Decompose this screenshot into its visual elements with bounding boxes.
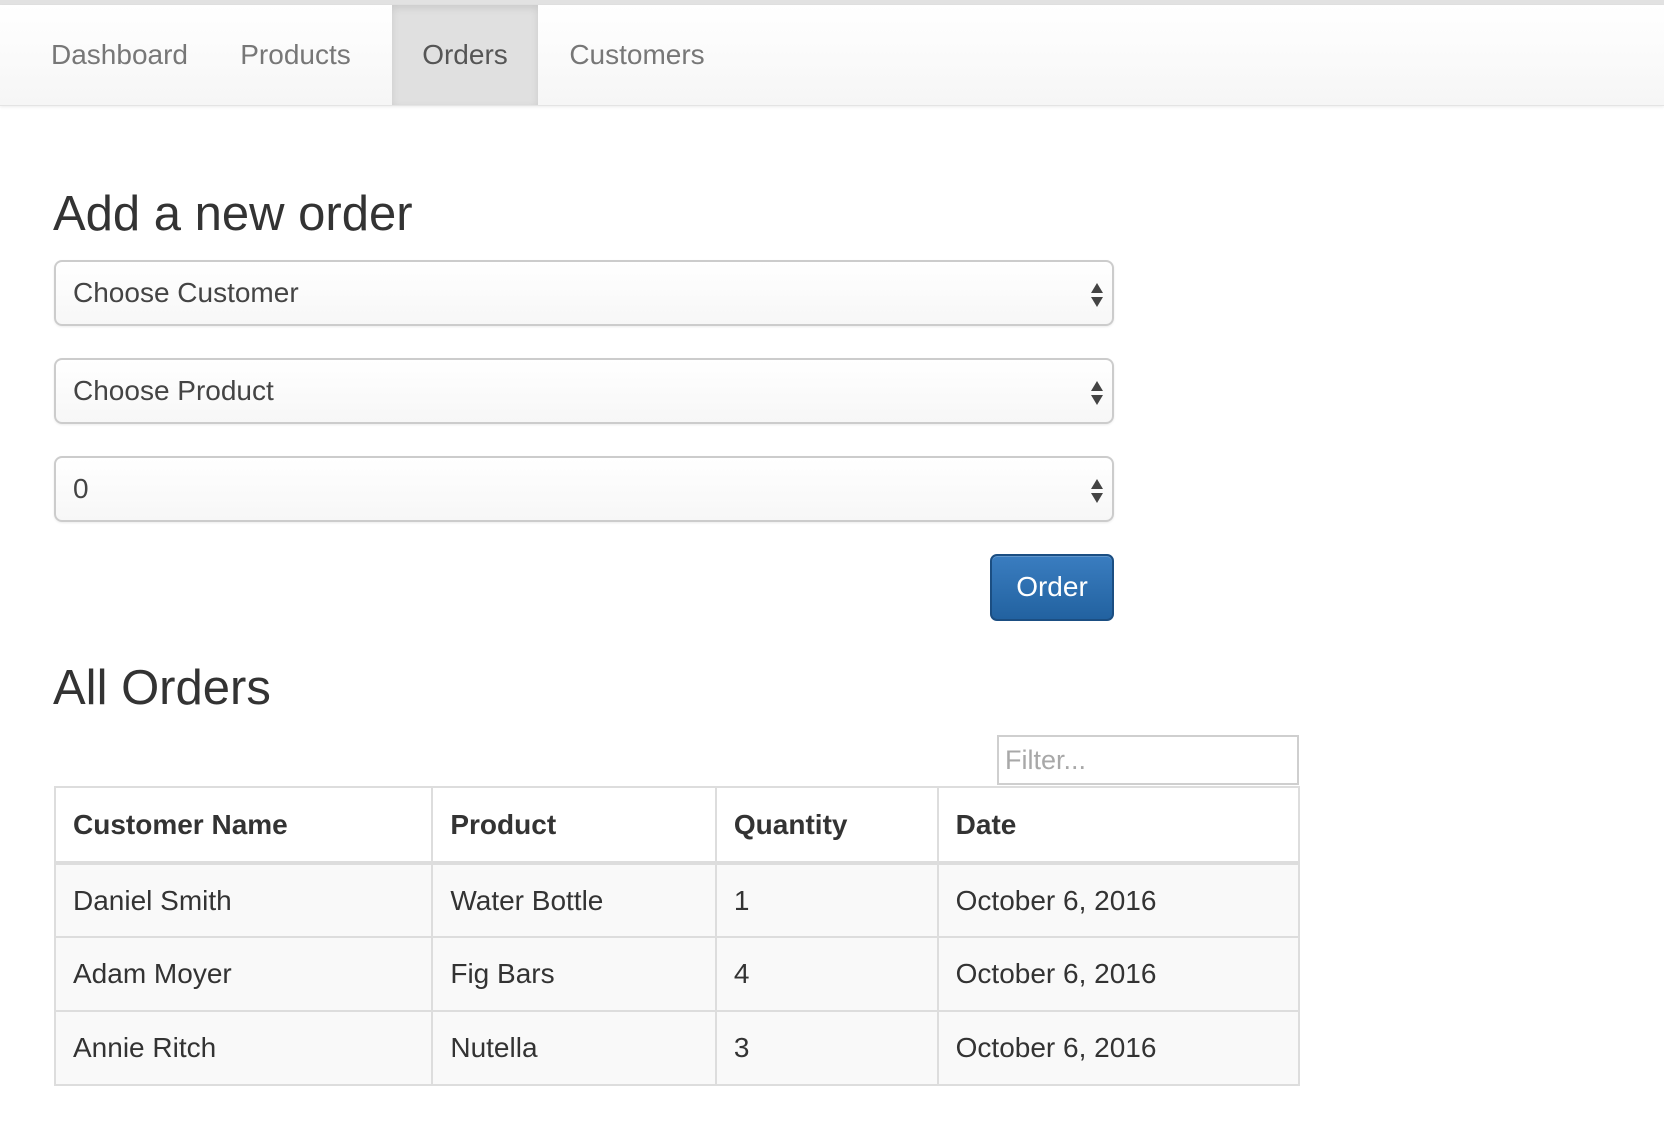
table-row: Daniel Smith Water Bottle 1 October 6, 2… [53, 862, 1301, 938]
cell-quantity: 4 [714, 936, 939, 1012]
cell-product: Water Bottle [431, 862, 717, 938]
table-header-row: Customer Name Product Quantity Date [53, 786, 1301, 865]
cell-product: Nutella [431, 1010, 717, 1086]
product-select[interactable]: Choose Product [54, 358, 1114, 424]
filter-input[interactable] [997, 735, 1299, 785]
product-select-value: Choose Product [73, 375, 274, 406]
nav-tab-orders[interactable]: Orders [392, 5, 538, 105]
updown-arrows-icon [1091, 479, 1103, 503]
customer-select-value: Choose Customer [73, 277, 299, 308]
nav-tab-dashboard[interactable]: Dashboard [0, 5, 239, 105]
updown-arrows-icon [1091, 381, 1103, 405]
updown-arrows-icon [1091, 283, 1103, 307]
cell-quantity: 1 [714, 862, 939, 938]
column-header-product[interactable]: Product [431, 786, 717, 865]
nav-tabs: Dashboard Products Orders Customers [0, 5, 736, 105]
cell-quantity: 3 [714, 1010, 939, 1086]
column-header-date[interactable]: Date [936, 786, 1301, 865]
quantity-select[interactable]: 0 [54, 456, 1114, 522]
navbar: Dashboard Products Orders Customers [0, 5, 1664, 106]
quantity-select-value: 0 [73, 473, 89, 504]
column-header-quantity[interactable]: Quantity [714, 786, 939, 865]
cell-product: Fig Bars [431, 936, 717, 1012]
customer-select[interactable]: Choose Customer [54, 260, 1114, 326]
cell-customer-name: Adam Moyer [53, 936, 434, 1012]
cell-customer-name: Annie Ritch [53, 1010, 434, 1086]
order-button[interactable]: Order [990, 554, 1114, 621]
orders-table: Customer Name Product Quantity Date Dani… [53, 786, 1301, 1086]
add-order-heading: Add a new order [53, 187, 413, 241]
cell-date: October 6, 2016 [936, 936, 1301, 1012]
table-row: Annie Ritch Nutella 3 October 6, 2016 [53, 1010, 1301, 1086]
all-orders-heading: All Orders [53, 661, 271, 715]
table-row: Adam Moyer Fig Bars 4 October 6, 2016 [53, 936, 1301, 1012]
nav-tab-customers[interactable]: Customers [538, 5, 736, 105]
column-header-customer-name[interactable]: Customer Name [53, 786, 434, 865]
cell-date: October 6, 2016 [936, 1010, 1301, 1086]
cell-customer-name: Daniel Smith [53, 862, 434, 938]
nav-tab-products[interactable]: Products [217, 5, 374, 105]
cell-date: October 6, 2016 [936, 862, 1301, 938]
